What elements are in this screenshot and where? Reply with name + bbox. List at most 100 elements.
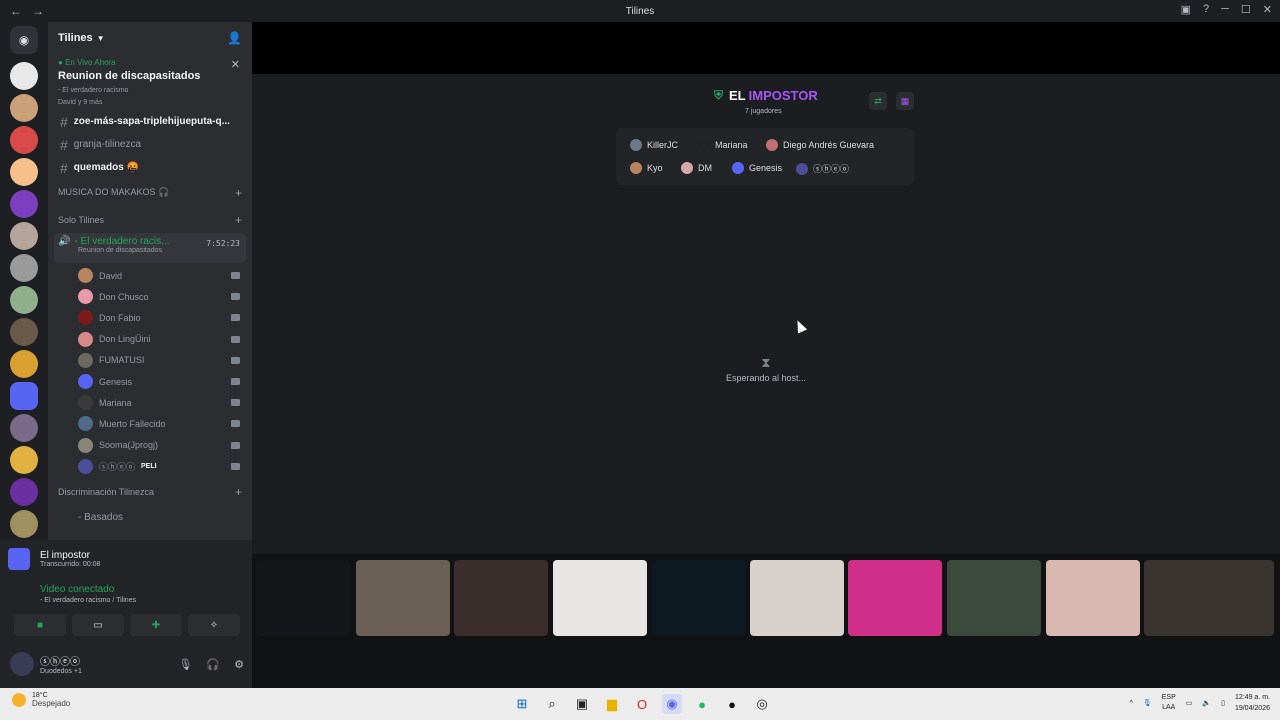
server-icon[interactable] xyxy=(10,446,38,474)
network-icon[interactable]: ▭ xyxy=(1186,699,1193,707)
help-icon[interactable]: ? xyxy=(1203,3,1209,16)
close-icon[interactable]: ✕ xyxy=(231,58,240,71)
server-icon[interactable] xyxy=(10,414,38,442)
server-icon[interactable] xyxy=(10,222,38,250)
close-window-button[interactable]: ✕ xyxy=(1263,3,1272,16)
voice-member[interactable]: Don LingÜini xyxy=(48,329,252,350)
server-icon[interactable] xyxy=(10,286,38,314)
discord-home-icon[interactable]: ◉ xyxy=(10,26,38,54)
windows-start-icon[interactable]: ⊞ xyxy=(512,694,532,714)
voice-member[interactable]: ⓢⓗⓔⓞ PELI xyxy=(48,456,252,477)
voice-status-title[interactable]: Video conectado xyxy=(40,584,240,595)
server-icon[interactable] xyxy=(10,126,38,154)
spotify-icon[interactable]: ● xyxy=(692,694,712,714)
guild-header[interactable]: Tilines ▼ 👤 xyxy=(48,22,252,54)
inbox-icon[interactable]: ▣ xyxy=(1181,3,1191,16)
obs-icon[interactable]: ◎ xyxy=(752,694,772,714)
microphone-tray-icon[interactable]: 🎙 xyxy=(1143,699,1152,707)
voice-channel-active[interactable]: 🔊 - El verdadero racis... 7:52:23 Reunion… xyxy=(54,233,246,263)
member-status-icons xyxy=(231,378,240,386)
minimize-button[interactable]: ─ xyxy=(1221,3,1229,16)
voice-member[interactable]: FUMATUSI xyxy=(48,350,252,371)
activity-button[interactable]: ✚ xyxy=(130,614,182,636)
add-channel-icon[interactable]: + xyxy=(235,186,242,200)
store-icon[interactable]: ▦ xyxy=(896,92,914,110)
maximize-button[interactable]: ☐ xyxy=(1241,3,1251,16)
hash-icon: # xyxy=(60,159,68,176)
member-name: David xyxy=(99,270,123,281)
volume-icon[interactable]: 🔈 xyxy=(1202,699,1211,707)
voice-member[interactable]: Mariana xyxy=(48,392,252,413)
member-status-icons xyxy=(231,441,240,449)
add-channel-icon[interactable]: + xyxy=(235,213,242,227)
member-status-icons xyxy=(231,399,240,407)
server-icon[interactable] xyxy=(10,94,38,122)
search-icon[interactable]: ⌕ xyxy=(542,694,562,714)
soundboard-button[interactable]: ✧ xyxy=(188,614,240,636)
category-solo-tilines[interactable]: Solo Tilines + xyxy=(48,206,252,233)
weather-widget[interactable]: 18°C Despejado xyxy=(12,692,70,708)
avatar[interactable] xyxy=(10,652,34,676)
discord-icon[interactable]: ◉ xyxy=(662,694,682,714)
headphones-icon[interactable]: 🎧 xyxy=(206,658,220,671)
swap-icon[interactable]: ⇄ xyxy=(869,92,887,110)
text-channel[interactable]: # quemados 🤬 xyxy=(48,156,252,179)
forward-icon[interactable]: → xyxy=(32,4,44,18)
server-icon[interactable] xyxy=(10,478,38,506)
text-channel[interactable]: # zoe-más-sapa-triplehijueputa-q... xyxy=(48,110,252,133)
video-tile[interactable] xyxy=(1144,560,1274,636)
voice-member[interactable]: Muerto Fallecido xyxy=(48,413,252,434)
file-explorer-icon[interactable]: ▆ xyxy=(602,694,622,714)
server-icon[interactable] xyxy=(10,190,38,218)
screen-share-button[interactable]: ▭ xyxy=(72,614,124,636)
live-event-people: David y 9 más xyxy=(58,99,103,106)
server-icon[interactable] xyxy=(10,350,38,378)
server-icon[interactable] xyxy=(10,158,38,186)
activity-card[interactable]: El impostor Transcurrido: 00:08 xyxy=(8,546,244,572)
video-tile[interactable] xyxy=(750,560,844,636)
member-name: Genesis xyxy=(99,376,133,387)
microphone-icon[interactable]: 🎙 xyxy=(178,658,192,671)
voice-channel[interactable]: - Basados xyxy=(48,506,252,529)
video-tile[interactable] xyxy=(848,560,942,636)
camera-icon xyxy=(231,420,240,428)
server-icon[interactable] xyxy=(10,318,38,346)
server-icon[interactable] xyxy=(10,382,38,410)
server-icon[interactable] xyxy=(10,510,38,538)
language-code[interactable]: ESP xyxy=(1162,693,1176,703)
app-icon[interactable]: ● xyxy=(722,694,742,714)
video-tile[interactable] xyxy=(652,560,746,636)
live-event-card[interactable]: ● En Vivo Ahora Reunion de discapasitado… xyxy=(48,54,252,110)
voice-member[interactable]: Don Chusco xyxy=(48,286,252,307)
add-channel-icon[interactable]: + xyxy=(235,485,242,499)
chevron-up-icon[interactable]: ^ xyxy=(1130,700,1133,707)
game-title-b: IMPOSTOR xyxy=(748,88,818,103)
video-tile[interactable] xyxy=(947,560,1041,636)
clock[interactable]: 12:49 a. m. 19/04/2026 xyxy=(1235,692,1270,714)
add-member-icon[interactable]: 👤 xyxy=(227,31,242,45)
voice-member[interactable]: Genesis xyxy=(48,371,252,392)
video-tile[interactable] xyxy=(454,560,548,636)
video-tile[interactable] xyxy=(553,560,647,636)
video-tile[interactable] xyxy=(356,560,450,636)
player-name: KillerJC xyxy=(647,140,679,150)
video-tile[interactable] xyxy=(1046,560,1140,636)
server-icon[interactable] xyxy=(10,62,38,90)
gear-icon[interactable]: ⚙ xyxy=(234,658,244,671)
voice-member[interactable]: Don Fabio xyxy=(48,307,252,328)
back-icon[interactable]: ← xyxy=(10,4,22,18)
text-channel[interactable]: # granja-tilinezca xyxy=(48,133,252,156)
video-tile[interactable] xyxy=(256,560,350,636)
server-icon[interactable] xyxy=(10,254,38,282)
camera-button[interactable]: ■ xyxy=(14,614,66,636)
battery-icon[interactable]: ▯ xyxy=(1221,699,1225,707)
clock-time: 12:49 a. m. xyxy=(1234,694,1270,701)
task-view-icon[interactable]: ▣ xyxy=(572,694,592,714)
category-discriminacion[interactable]: Discriminación Tilinezca + xyxy=(48,479,252,506)
opera-icon[interactable]: O xyxy=(632,694,652,714)
voice-member[interactable]: Sooma(Jprogj) xyxy=(48,435,252,456)
voice-member[interactable]: David xyxy=(48,265,252,286)
avatar xyxy=(681,162,693,174)
category-musica[interactable]: MUSICA DO MAKAKOS 🎧 + xyxy=(48,179,252,206)
roster-player: Diego Andrés Guevara xyxy=(766,139,874,151)
